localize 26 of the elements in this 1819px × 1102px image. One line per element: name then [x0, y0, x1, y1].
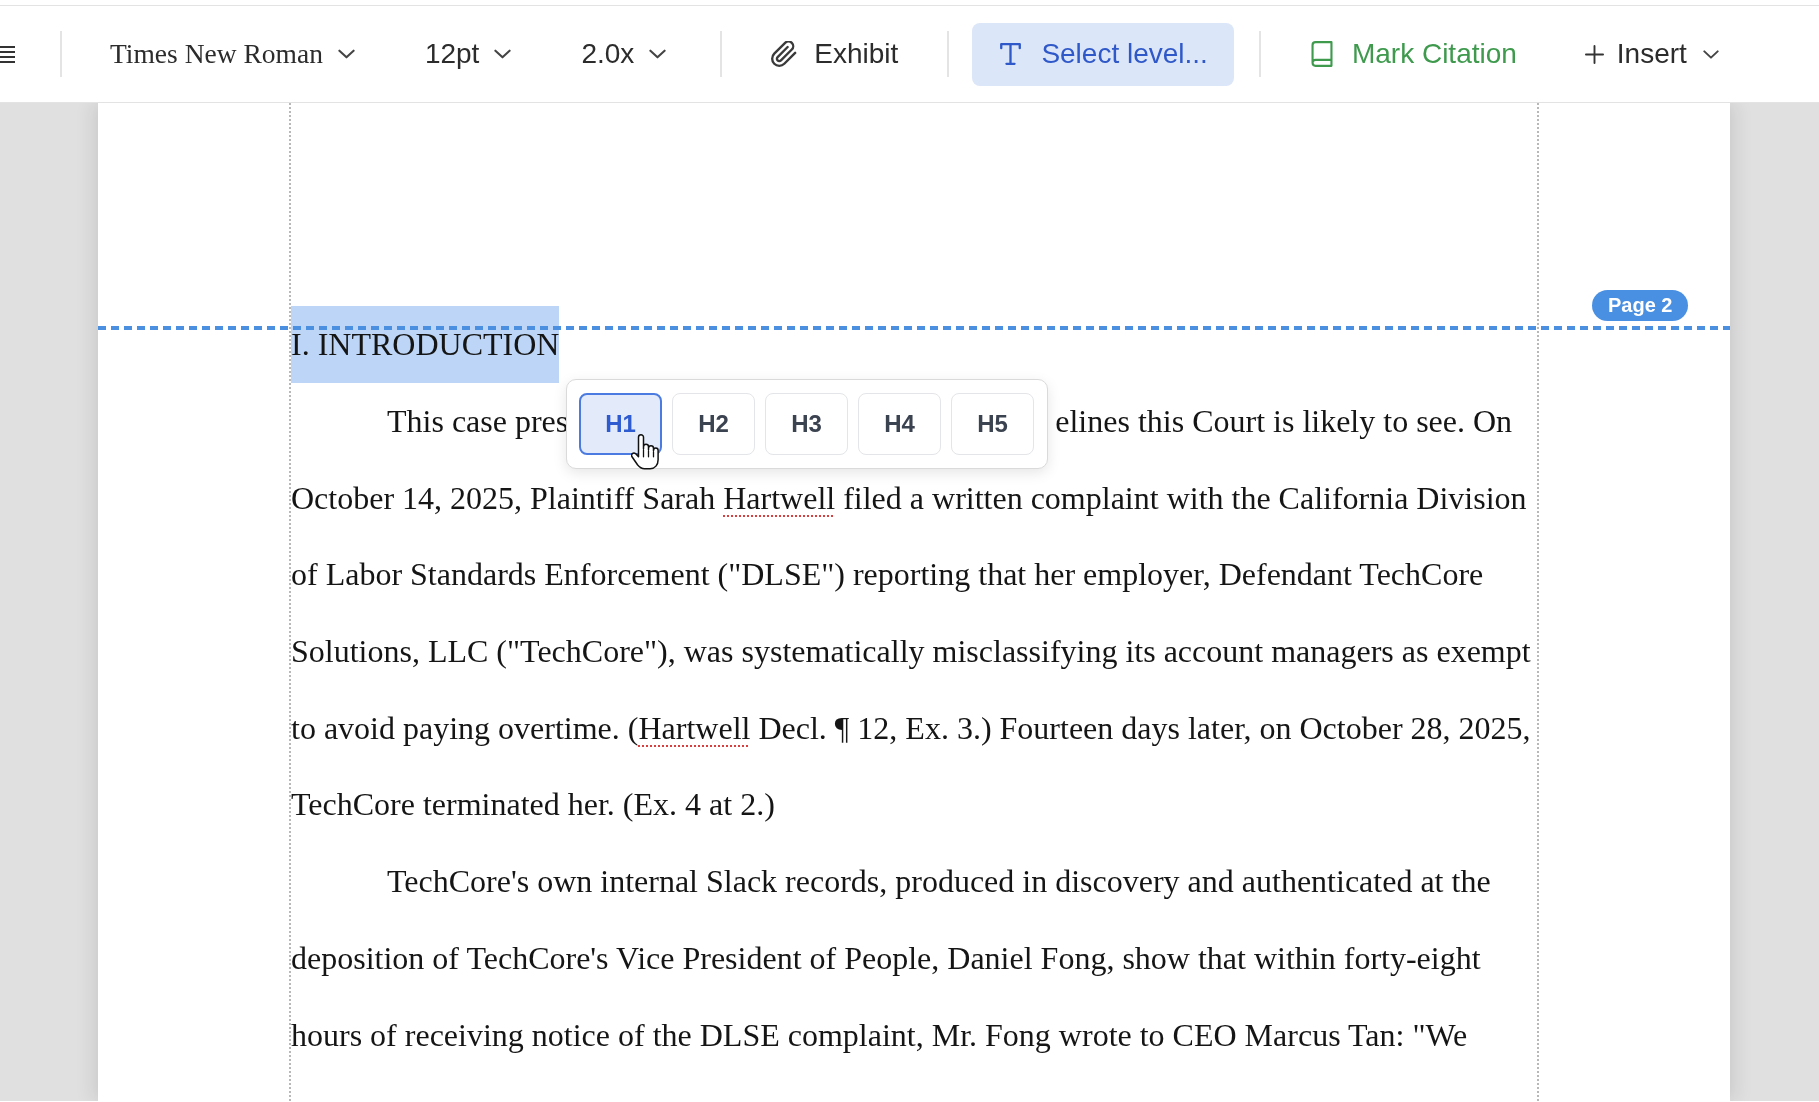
- chevron-down-icon: [1702, 49, 1719, 59]
- menu-icon[interactable]: [0, 44, 15, 64]
- body-text-fragment: elines this Court is likely to see. On: [1055, 402, 1513, 439]
- exhibit-button[interactable]: Exhibit: [771, 38, 899, 70]
- insert-button[interactable]: Insert: [1584, 38, 1719, 70]
- section-heading: I. INTRODUCTION: [291, 306, 560, 383]
- paperclip-icon: [771, 41, 798, 67]
- font-size-dropdown[interactable]: 12pt: [424, 38, 512, 70]
- heading-level-option[interactable]: H3: [765, 393, 848, 455]
- heading-level-button[interactable]: Select level...: [972, 22, 1234, 86]
- body-text-fragment: This case pres: [387, 402, 569, 439]
- heading-level-option[interactable]: H4: [858, 393, 941, 455]
- mark-citation-button[interactable]: Mark Citation: [1310, 38, 1517, 70]
- body-paragraph: October 14, 2025, Plaintiff Sarah Hartwell filed a written complaint with the California Division of Labor Standards Enforcement ("DLSE") reporting that her employer, Defendant TechCore Solutions, LLC ("TechCore"), was systematically misclassifying its account managers as exempt to avoid paying overtime. (Hartwell Decl. ¶ 12, Ex. 3.) Fourteen days later, on October 28, 2025, TechCore terminated her. (Ex. 4 at 2.): [291, 478, 1531, 825]
- plus-icon: [1584, 44, 1604, 64]
- book-icon: [1310, 41, 1333, 67]
- heading-level-option[interactable]: H2: [672, 393, 755, 455]
- line-spacing-dropdown[interactable]: 2.0x: [581, 38, 667, 70]
- text-icon: [1000, 43, 1022, 65]
- chevron-down-icon: [337, 49, 355, 59]
- font-family-dropdown[interactable]: Times New Roman: [110, 38, 355, 70]
- heading-level-option[interactable]: H5: [951, 393, 1034, 455]
- chevron-down-icon: [494, 49, 512, 59]
- body-paragraph: TechCore's own internal Slack records, produced in discovery and authenticated at the deposition of TechCore's Vice President of People, Daniel Fong, show that within forty-eight hours of receiving notice of the DLSE complaint, Mr. Fong wrote to CEO Marcus Tan: "We: [291, 862, 1491, 1055]
- page-number-badge: Page 2: [1592, 290, 1689, 321]
- chevron-down-icon: [649, 49, 667, 59]
